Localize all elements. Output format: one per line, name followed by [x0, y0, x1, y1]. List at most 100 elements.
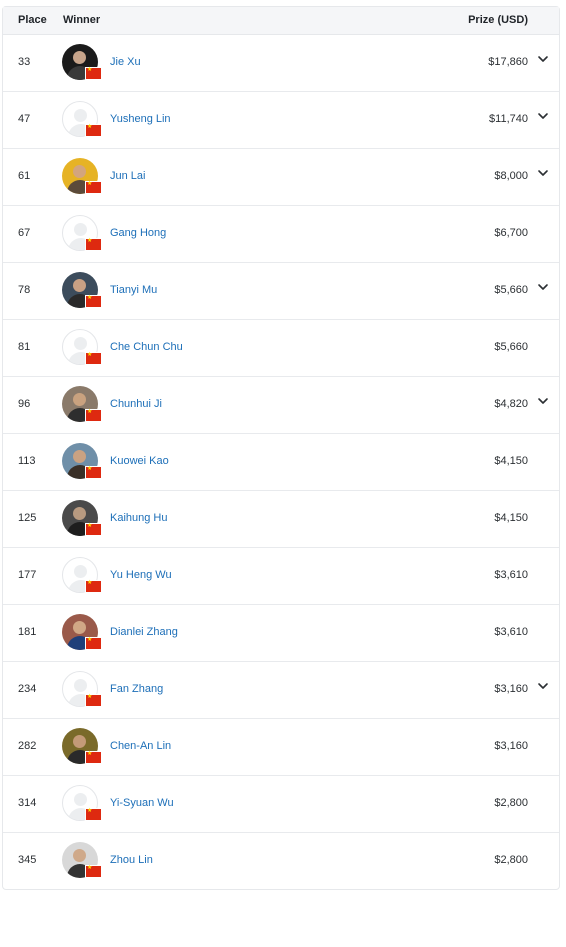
table-row: 81 ★ Che Chun Chu $5,660	[3, 320, 559, 377]
prize-cell: $3,160	[494, 740, 528, 752]
results-table: Place Winner Prize (USD) 33 ★ Jie Xu $17,86…	[2, 6, 560, 890]
winner-name-link[interactable]: Kaihung Hu	[110, 512, 168, 524]
header-prize: Prize (USD)	[468, 14, 528, 26]
table-row: 113 ★ Kuowei Kao $4,150	[3, 434, 559, 491]
prize-cell: $4,820	[494, 398, 528, 410]
chevron-down-icon[interactable]	[535, 393, 551, 409]
table-row: 345 ★ Zhou Lin $2,800	[3, 833, 559, 889]
table-row: 177 ★ Yu Heng Wu $3,610	[3, 548, 559, 605]
winner-name-link[interactable]: Tianyi Mu	[110, 284, 157, 296]
china-flag-icon: ★	[85, 352, 102, 365]
china-flag-icon: ★	[85, 865, 102, 878]
place-cell: 125	[18, 512, 37, 524]
winner-name-link[interactable]: Chunhui Ji	[110, 398, 162, 410]
avatar[interactable]: ★	[62, 785, 102, 823]
winner-name-link[interactable]: Zhou Lin	[110, 854, 153, 866]
winner-name-link[interactable]: Dianlei Zhang	[110, 626, 178, 638]
header-winner: Winner	[63, 14, 101, 26]
chevron-down-icon[interactable]	[535, 279, 551, 295]
place-cell: 67	[18, 227, 31, 239]
winner-name-link[interactable]: Gang Hong	[110, 227, 166, 239]
china-flag-icon: ★	[85, 67, 102, 80]
place-cell: 234	[18, 683, 37, 695]
table-row[interactable]: 47 ★ Yusheng Lin $11,740	[3, 92, 559, 149]
table-row[interactable]: 78 ★ Tianyi Mu $5,660	[3, 263, 559, 320]
china-flag-icon: ★	[85, 238, 102, 251]
table-body: 33 ★ Jie Xu $17,860 47 ★ Yusheng Lin $11,740 61 ★…	[3, 35, 559, 889]
place-cell: 47	[18, 113, 31, 125]
place-cell: 96	[18, 398, 31, 410]
place-cell: 33	[18, 56, 31, 68]
table-row: 67 ★ Gang Hong $6,700	[3, 206, 559, 263]
avatar[interactable]: ★	[62, 842, 102, 880]
avatar[interactable]: ★	[62, 500, 102, 538]
prize-cell: $17,860	[488, 56, 528, 68]
chevron-down-icon[interactable]	[535, 108, 551, 124]
table-row: 314 ★ Yi-Syuan Wu $2,800	[3, 776, 559, 833]
place-cell: 61	[18, 170, 31, 182]
avatar[interactable]: ★	[62, 272, 102, 310]
prize-cell: $4,150	[494, 512, 528, 524]
prize-cell: $5,660	[494, 284, 528, 296]
prize-cell: $3,160	[494, 683, 528, 695]
china-flag-icon: ★	[85, 637, 102, 650]
china-flag-icon: ★	[85, 181, 102, 194]
header-place: Place	[18, 14, 47, 26]
place-cell: 282	[18, 740, 37, 752]
table-row: 125 ★ Kaihung Hu $4,150	[3, 491, 559, 548]
avatar[interactable]: ★	[62, 215, 102, 253]
table-header: Place Winner Prize (USD)	[3, 7, 559, 35]
prize-cell: $3,610	[494, 569, 528, 581]
chevron-down-icon[interactable]	[535, 678, 551, 694]
place-cell: 177	[18, 569, 37, 581]
avatar[interactable]: ★	[62, 44, 102, 82]
prize-cell: $8,000	[494, 170, 528, 182]
chevron-down-icon[interactable]	[535, 165, 551, 181]
prize-cell: $4,150	[494, 455, 528, 467]
place-cell: 81	[18, 341, 31, 353]
avatar[interactable]: ★	[62, 443, 102, 481]
table-row: 181 ★ Dianlei Zhang $3,610	[3, 605, 559, 662]
table-row: 282 ★ Chen-An Lin $3,160	[3, 719, 559, 776]
winner-name-link[interactable]: Yi-Syuan Wu	[110, 797, 174, 809]
winner-name-link[interactable]: Che Chun Chu	[110, 341, 183, 353]
place-cell: 345	[18, 854, 37, 866]
winner-name-link[interactable]: Kuowei Kao	[110, 455, 169, 467]
prize-cell: $11,740	[489, 113, 528, 125]
avatar[interactable]: ★	[62, 101, 102, 139]
prize-cell: $6,700	[494, 227, 528, 239]
china-flag-icon: ★	[85, 808, 102, 821]
prize-cell: $2,800	[494, 797, 528, 809]
avatar[interactable]: ★	[62, 614, 102, 652]
winner-name-link[interactable]: Yu Heng Wu	[110, 569, 172, 581]
china-flag-icon: ★	[85, 694, 102, 707]
china-flag-icon: ★	[85, 409, 102, 422]
china-flag-icon: ★	[85, 523, 102, 536]
table-row[interactable]: 61 ★ Jun Lai $8,000	[3, 149, 559, 206]
place-cell: 113	[18, 455, 36, 467]
winner-name-link[interactable]: Jie Xu	[110, 56, 141, 68]
china-flag-icon: ★	[85, 751, 102, 764]
avatar[interactable]: ★	[62, 728, 102, 766]
china-flag-icon: ★	[85, 295, 102, 308]
place-cell: 181	[18, 626, 37, 638]
winner-name-link[interactable]: Yusheng Lin	[110, 113, 171, 125]
winner-name-link[interactable]: Jun Lai	[110, 170, 145, 182]
avatar[interactable]: ★	[62, 671, 102, 709]
table-row[interactable]: 96 ★ Chunhui Ji $4,820	[3, 377, 559, 434]
table-row[interactable]: 33 ★ Jie Xu $17,860	[3, 35, 559, 92]
prize-cell: $3,610	[494, 626, 528, 638]
prize-cell: $5,660	[494, 341, 528, 353]
place-cell: 314	[18, 797, 37, 809]
winner-name-link[interactable]: Fan Zhang	[110, 683, 163, 695]
prize-cell: $2,800	[494, 854, 528, 866]
avatar[interactable]: ★	[62, 158, 102, 196]
winner-name-link[interactable]: Chen-An Lin	[110, 740, 171, 752]
table-row[interactable]: 234 ★ Fan Zhang $3,160	[3, 662, 559, 719]
chevron-down-icon[interactable]	[535, 51, 551, 67]
avatar[interactable]: ★	[62, 329, 102, 367]
avatar[interactable]: ★	[62, 557, 102, 595]
avatar[interactable]: ★	[62, 386, 102, 424]
china-flag-icon: ★	[85, 466, 102, 479]
china-flag-icon: ★	[85, 124, 102, 137]
